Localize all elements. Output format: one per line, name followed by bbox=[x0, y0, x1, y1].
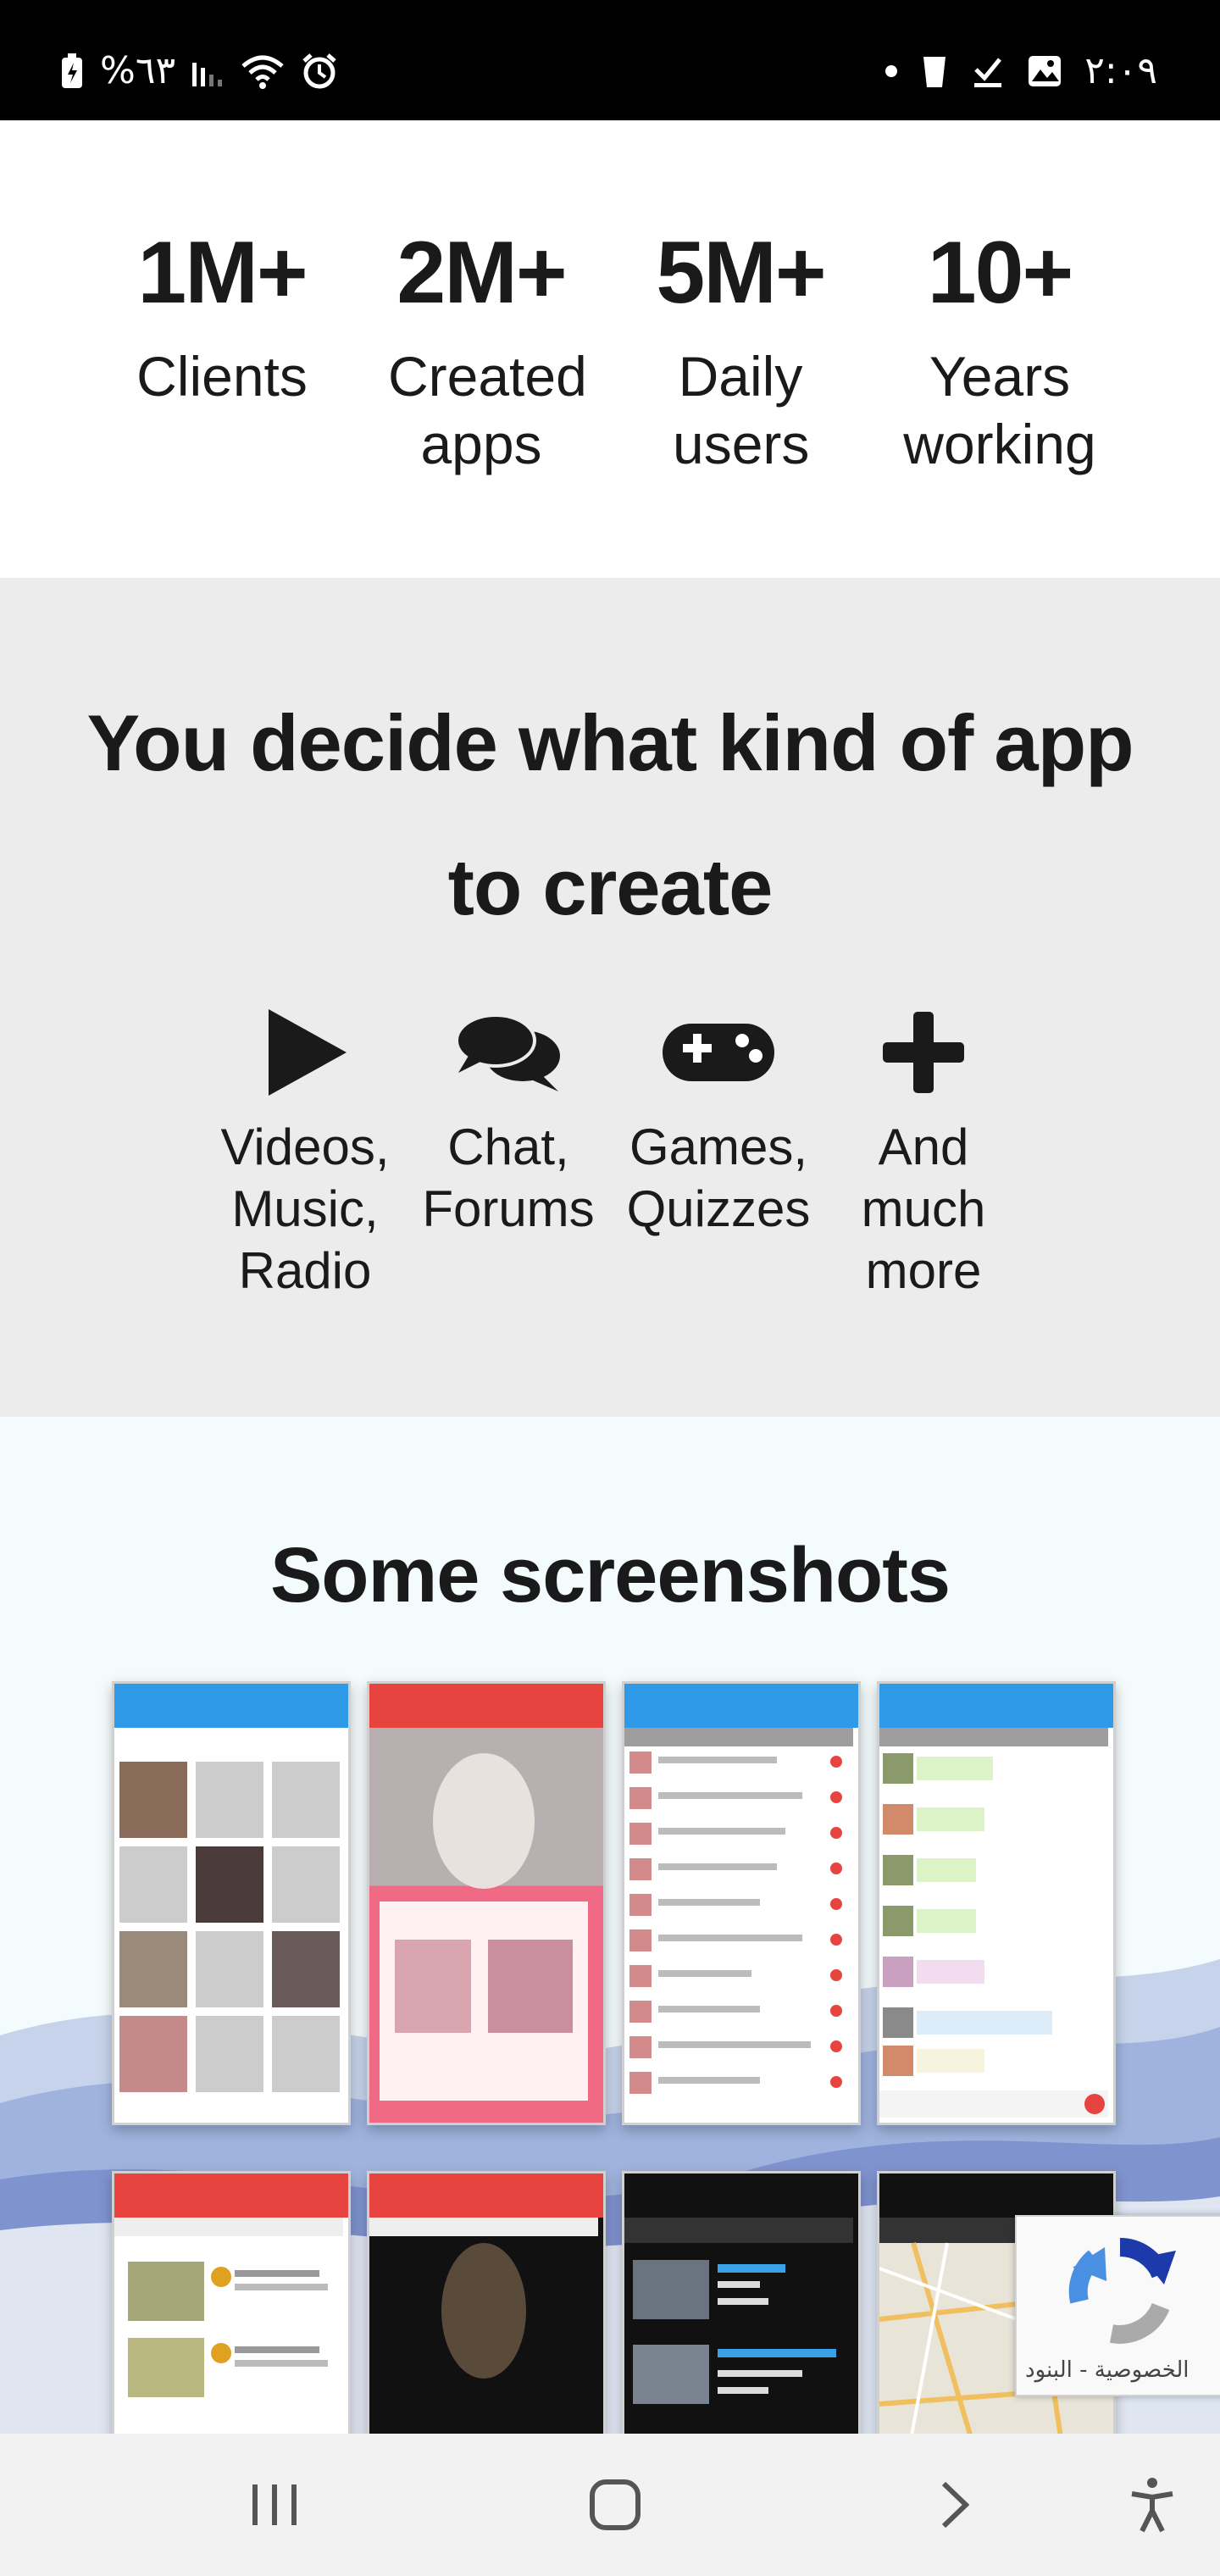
accessibility-icon bbox=[1131, 2478, 1173, 2533]
plus-icon bbox=[809, 997, 1038, 1108]
screenshot-thumbnail[interactable] bbox=[367, 1681, 606, 2125]
battery-percent: %٦٣ bbox=[100, 49, 176, 92]
stat-value: 2M+ bbox=[396, 224, 567, 322]
battery-icon bbox=[59, 53, 85, 90]
stat-created-apps: 2M+ Created apps bbox=[380, 224, 587, 478]
screenshot-thumbnail[interactable] bbox=[112, 2171, 351, 2434]
chevron-right-icon bbox=[941, 2481, 970, 2529]
back-button[interactable] bbox=[922, 2471, 990, 2539]
screenshot-thumbnail[interactable] bbox=[367, 2171, 606, 2434]
stat-clients: 1M+ Clients bbox=[120, 229, 324, 410]
stat-daily-users: 5M+ Daily users bbox=[639, 229, 842, 478]
stat-years-working: 10+ Years working bbox=[898, 229, 1101, 478]
kind-label: Videos, Music, Radio bbox=[220, 1119, 390, 1299]
section-title: You decide what kind of app to create bbox=[86, 698, 1134, 931]
stat-label: Years working bbox=[903, 345, 1096, 475]
kind-games: Games, Quizzes bbox=[604, 997, 833, 1240]
stat-label: Daily users bbox=[673, 345, 810, 475]
kind-label: Games, Quizzes bbox=[626, 1119, 811, 1237]
clock: ٢:٠٩ bbox=[1084, 49, 1157, 92]
kind-label: Chat, Forums bbox=[422, 1119, 595, 1237]
app-kinds-section: You decide what kind of app to create Vi… bbox=[0, 578, 1220, 1417]
system-navigation-bar bbox=[0, 2434, 1220, 2576]
wifi-icon bbox=[240, 53, 286, 90]
dot-icon bbox=[884, 64, 898, 78]
section-title: Some screenshots bbox=[269, 1532, 951, 1618]
screenshot-thumbnail[interactable] bbox=[622, 1681, 861, 2125]
screenshot-thumbnail[interactable] bbox=[877, 1681, 1116, 2125]
clipboard-icon bbox=[920, 53, 949, 89]
gamepad-icon bbox=[604, 997, 833, 1108]
signal-icon bbox=[191, 54, 225, 88]
recaptcha-privacy-terms-link[interactable]: الخصوصية - البنود bbox=[1025, 2357, 1190, 2383]
stat-value: 1M+ bbox=[137, 224, 308, 322]
stats-section: 1M+ Clients 2M+ Created apps 5M+ Daily u… bbox=[0, 120, 1220, 578]
accessibility-button[interactable] bbox=[1118, 2471, 1186, 2539]
stat-label: Created apps bbox=[388, 345, 587, 475]
recent-apps-button[interactable] bbox=[241, 2471, 308, 2539]
play-icon bbox=[191, 997, 419, 1108]
status-bar: %٦٣ ٢:٠٩ bbox=[0, 0, 1220, 120]
stat-value: 10+ bbox=[927, 224, 1073, 322]
kind-more: And much more bbox=[809, 997, 1038, 1302]
alarm-icon bbox=[301, 53, 338, 90]
home-icon bbox=[590, 2479, 640, 2530]
chat-bubbles-icon bbox=[394, 997, 623, 1108]
stat-value: 5M+ bbox=[656, 224, 826, 322]
recaptcha-badge[interactable]: الخصوصية - البنود bbox=[1015, 2215, 1220, 2396]
screenshot-thumbnail[interactable] bbox=[622, 2171, 861, 2434]
kind-label: And much more bbox=[861, 1119, 986, 1299]
kind-chat: Chat, Forums bbox=[394, 997, 623, 1240]
recent-apps-icon bbox=[252, 2484, 297, 2525]
stat-label: Clients bbox=[136, 345, 308, 408]
recaptcha-icon bbox=[1068, 2238, 1176, 2344]
download-done-icon bbox=[971, 54, 1005, 88]
home-button[interactable] bbox=[581, 2471, 649, 2539]
screenshot-thumbnail[interactable] bbox=[112, 1681, 351, 2125]
kind-videos: Videos, Music, Radio bbox=[191, 997, 419, 1302]
gallery-icon bbox=[1027, 54, 1062, 88]
